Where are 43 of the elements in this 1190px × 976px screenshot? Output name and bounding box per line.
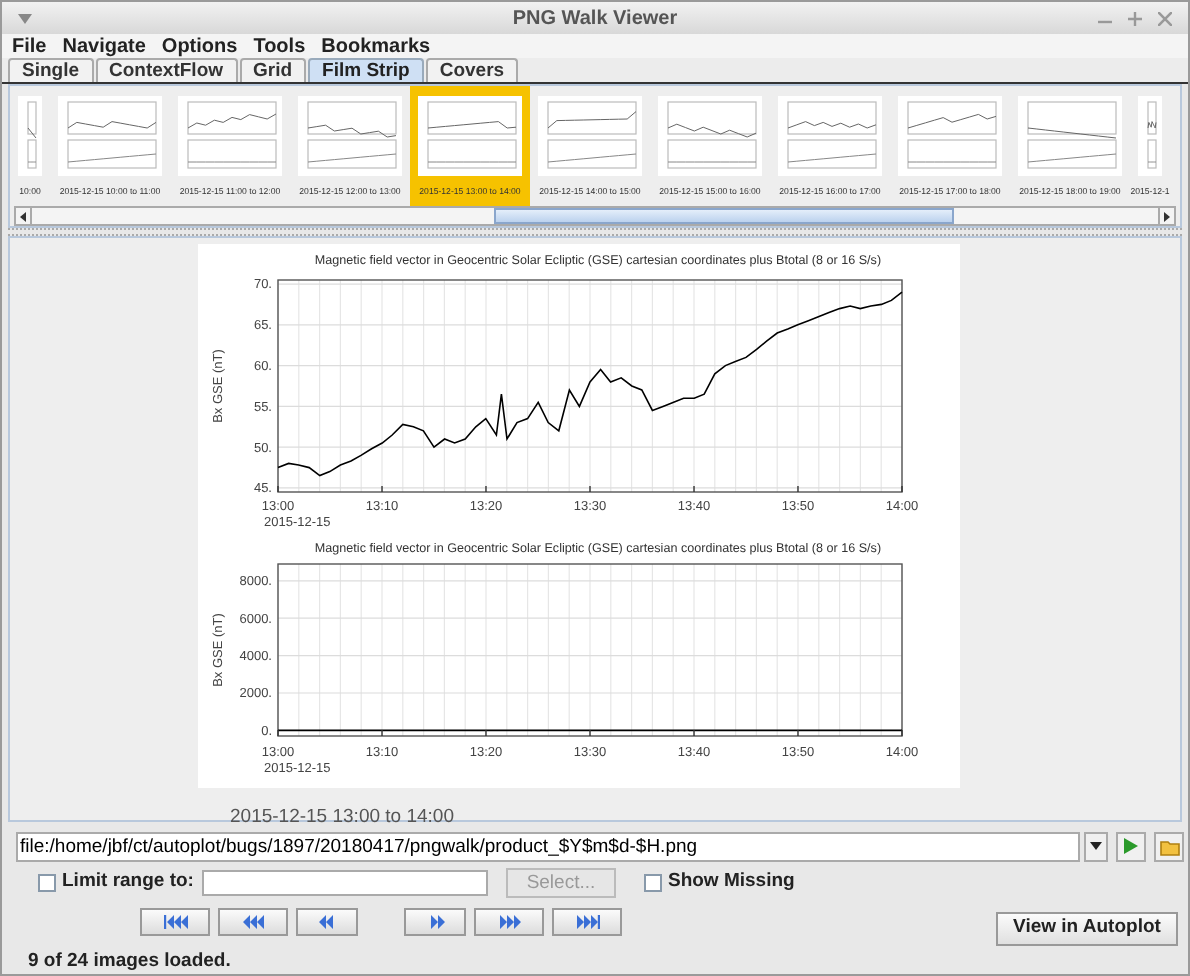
window-title: PNG Walk Viewer [510,5,680,34]
menu-item[interactable]: File [12,31,47,62]
image-caption: 2015-12-15 13:00 to 14:00 [230,806,454,829]
tab[interactable]: Grid [239,58,307,83]
scroll-right-button[interactable] [1158,208,1174,225]
range-field[interactable] [201,869,488,896]
skip-first-icon [163,913,187,930]
next-button[interactable] [404,907,466,936]
first-button[interactable] [140,907,210,936]
play-icon [1124,838,1138,855]
status-message: 9 of 24 images loaded. [28,947,231,976]
limit-range-checkbox[interactable] [38,873,56,892]
previous-page-button[interactable] [218,907,288,936]
previous-button[interactable] [296,907,358,936]
view-in-autoplot-button[interactable]: View in Autoplot [996,911,1178,946]
rewind-icon [315,913,339,930]
caret-icon [1090,842,1102,851]
scroll-left-button[interactable] [16,208,32,225]
tab[interactable]: Film Strip [308,58,424,83]
tab[interactable]: ContextFlow [95,58,238,83]
menu-item[interactable]: Options [161,31,238,62]
tab[interactable]: Single [8,58,94,83]
window-menu-icon[interactable] [18,13,32,24]
skip-last-icon [575,913,599,930]
dropdown-button[interactable] [1084,831,1108,862]
limit-range-label: Limit range to: [62,868,194,897]
show-missing-checkbox[interactable] [643,873,662,892]
template-field[interactable]: file:/home/jbf/ct/autoplot/bugs/1897/20180417/pngwalk/product_$Y$m$d-$H.png [16,831,1080,862]
horizontal-scrollbar[interactable] [14,206,1176,227]
next-page-button[interactable] [474,907,544,936]
show-missing-label: Show Missing [667,868,795,897]
fast-forward-icon [497,913,521,930]
folder-icon [1159,837,1179,856]
last-button[interactable] [552,907,622,936]
close-icon[interactable] [1158,11,1172,26]
menu-item[interactable]: Tools [253,31,306,62]
scrollbar-thumb[interactable] [494,208,954,225]
menu-item[interactable]: Bookmarks [321,31,431,62]
tab[interactable]: Covers [425,58,519,83]
menu-item[interactable]: Navigate [62,31,146,62]
maximize-icon[interactable] [1128,11,1142,26]
open-folder-button[interactable] [1154,831,1184,862]
fast-rewind-icon [241,913,265,930]
